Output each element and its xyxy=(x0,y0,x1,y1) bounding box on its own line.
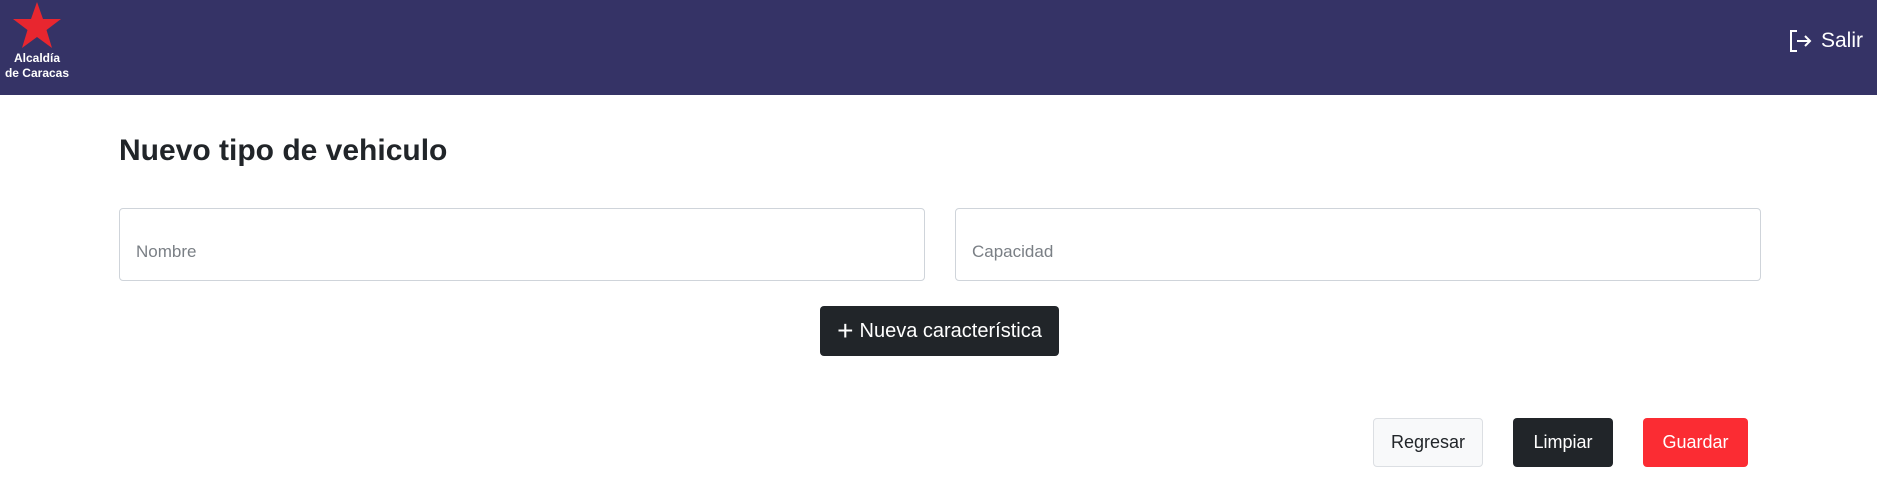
add-feature-button[interactable]: + Nueva característica xyxy=(820,306,1059,356)
save-button[interactable]: Guardar xyxy=(1643,418,1748,467)
logout-icon xyxy=(1789,30,1812,52)
back-button[interactable]: Regresar xyxy=(1373,418,1483,467)
name-input[interactable] xyxy=(120,209,924,280)
page-title: Nuevo tipo de vehiculo xyxy=(119,134,448,167)
add-feature-label: Nueva característica xyxy=(859,319,1042,342)
top-navbar: Alcaldía de Caracas Salir xyxy=(0,0,1877,95)
logout-button[interactable]: Salir xyxy=(1787,26,1863,56)
capacity-field[interactable] xyxy=(955,208,1761,281)
clear-button[interactable]: Limpiar xyxy=(1513,418,1613,467)
star-icon xyxy=(13,2,61,48)
logo-line-1: Alcaldía xyxy=(13,51,61,65)
logout-label: Salir xyxy=(1820,29,1863,52)
capacity-input[interactable] xyxy=(956,209,1760,280)
logo-text: Alcaldía de Caracas xyxy=(0,51,74,81)
alcaldia-logo[interactable]: Alcaldía de Caracas xyxy=(0,0,76,95)
plus-icon: + xyxy=(837,315,854,346)
logo-line-2: de Caracas xyxy=(4,66,70,80)
name-field[interactable] xyxy=(119,208,925,281)
